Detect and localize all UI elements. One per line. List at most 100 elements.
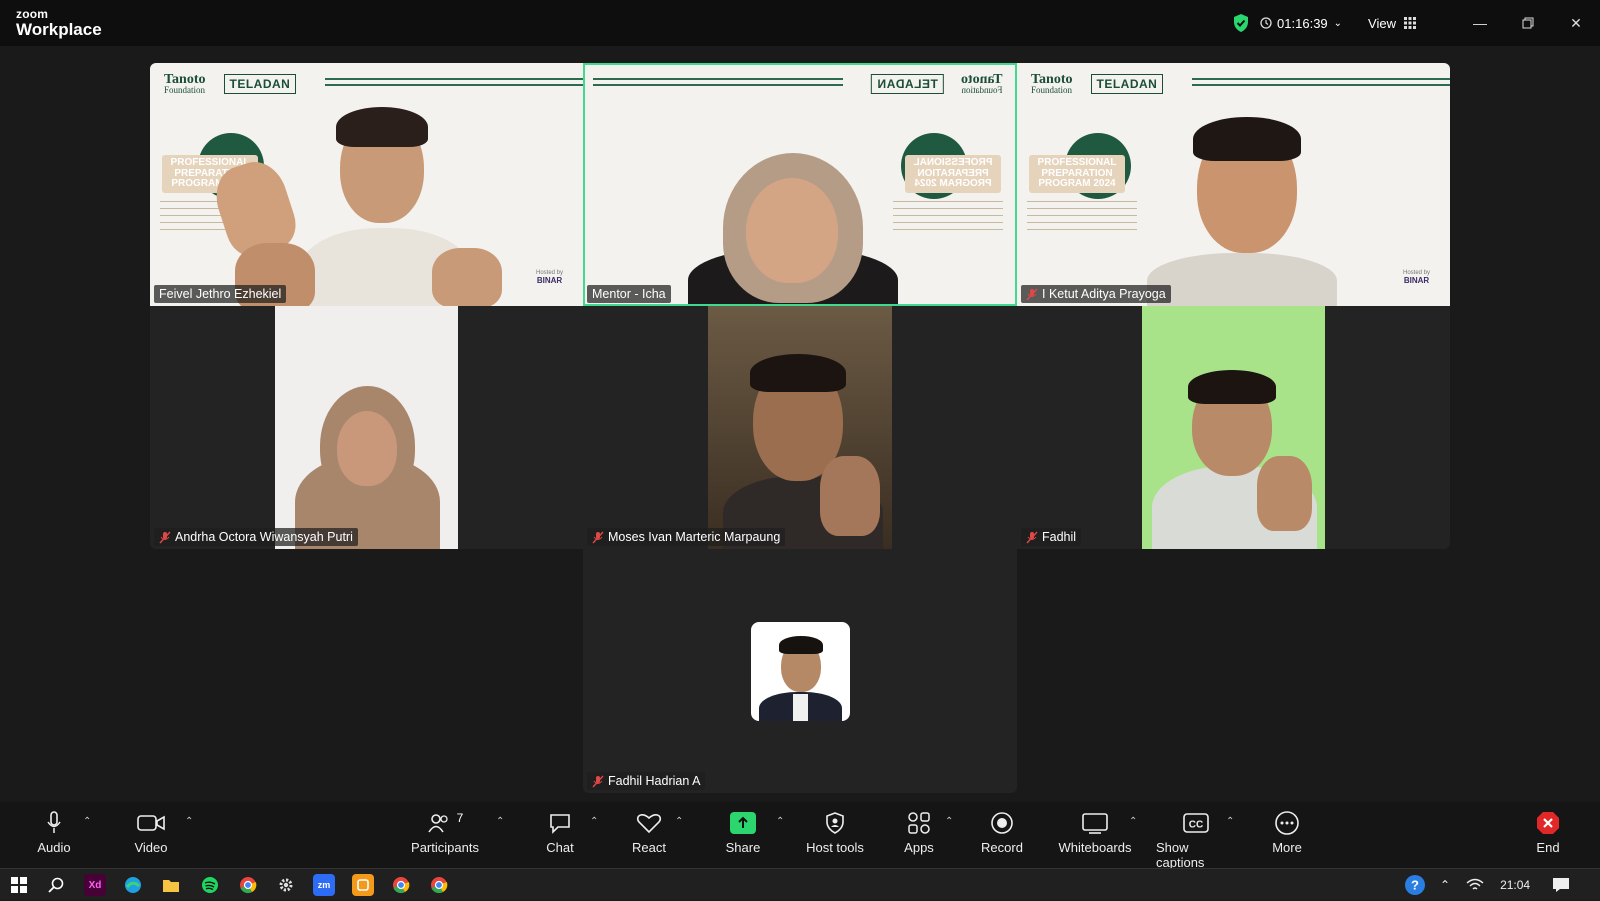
whiteboards-caret-icon[interactable]: ⌃ — [1129, 816, 1137, 827]
chevron-down-icon: ⌄ — [1333, 17, 1343, 29]
participant-video — [583, 63, 1017, 306]
whiteboards-button[interactable]: Whiteboards — [1055, 810, 1135, 855]
participant-name-tag: Fadhil Hadrian A — [587, 772, 706, 790]
video-tile-andrha[interactable]: Andrha Octora Wiwansyah Putri — [150, 306, 583, 549]
svg-text:CC: CC — [1189, 820, 1203, 831]
participant-video — [708, 306, 892, 549]
participant-video — [1017, 63, 1450, 306]
video-tile-moses[interactable]: Moses Ivan Marteric Marpaung — [583, 306, 1017, 549]
more-button[interactable]: More — [1247, 810, 1327, 855]
audio-label: Audio — [37, 840, 71, 855]
participant-video — [1142, 306, 1325, 549]
camera-icon — [137, 815, 165, 831]
participant-name-tag: Andrha Octora Wiwansyah Putri — [154, 528, 358, 546]
folder-icon — [163, 880, 179, 892]
apps-label: Apps — [904, 840, 934, 855]
minimize-icon: — — [1473, 15, 1487, 31]
participants-icon — [427, 814, 448, 833]
spotify-app[interactable] — [199, 874, 221, 896]
host-tools-button[interactable]: Host tools — [795, 810, 875, 855]
system-tray: ? ⌃ 21:04 — [1404, 869, 1570, 901]
logo-zoom-text: zoom — [16, 7, 49, 21]
participants-label: Participants — [411, 840, 479, 855]
view-button[interactable]: View — [1368, 16, 1416, 31]
video-tile-i-ketut[interactable]: Tanoto Foundation TELADAN PROFESSIONAL PRE… — [1017, 63, 1450, 306]
wifi-icon[interactable] — [1466, 878, 1484, 892]
chat-caret-icon[interactable]: ⌃ — [590, 816, 598, 827]
more-label: More — [1272, 840, 1302, 855]
video-tile-mentor-icha[interactable]: TELADAN Tanoto Foundation PROFESSIONAL PRE… — [583, 63, 1017, 306]
zoom-icon: zm — [317, 880, 331, 890]
profile-avatar — [751, 622, 850, 721]
video-button[interactable]: Video — [111, 810, 191, 855]
participant-name-tag: Moses Ivan Marteric Marpaung — [587, 528, 786, 546]
title-bar: zoom Workplace 01:16:39 ⌄ View — ✕ — [0, 0, 1600, 46]
chrome-app-3[interactable] — [428, 874, 450, 896]
settings-app[interactable] — [275, 874, 297, 896]
apps-caret-icon[interactable]: ⌃ — [945, 816, 953, 827]
chrome-icon — [393, 877, 410, 894]
close-icon: ✕ — [1570, 14, 1582, 31]
chat-button[interactable]: Chat — [520, 810, 600, 855]
clock-icon — [1260, 17, 1272, 29]
svg-text:?: ? — [1411, 878, 1419, 893]
chrome-app-1[interactable] — [237, 874, 259, 896]
windows-taskbar: Xd zm ? ⌃ 21:04 — [0, 868, 1600, 900]
chrome-app-2[interactable] — [390, 874, 412, 896]
apps-icon — [908, 812, 930, 834]
muted-mic-icon — [1026, 531, 1038, 543]
video-options-caret-icon[interactable]: ⌃ — [185, 816, 193, 827]
spotify-icon — [202, 877, 218, 893]
notifications-icon[interactable] — [1552, 877, 1570, 893]
encryption-shield-icon[interactable] — [1232, 13, 1250, 33]
audio-button[interactable]: Audio — [14, 810, 94, 855]
participants-button[interactable]: 7 Participants — [405, 810, 485, 855]
search-icon — [48, 877, 64, 893]
zoom-logo: zoom Workplace — [16, 8, 102, 38]
show-captions-button[interactable]: CC Show captions — [1156, 810, 1236, 870]
clock-time[interactable]: 21:04 — [1500, 878, 1530, 892]
video-tile-fadhil-hadrian[interactable]: Fadhil Hadrian A — [583, 549, 1017, 793]
chat-icon — [550, 814, 570, 834]
react-caret-icon[interactable]: ⌃ — [675, 816, 683, 827]
adobe-xd-app[interactable]: Xd — [84, 874, 106, 896]
share-caret-icon[interactable]: ⌃ — [776, 816, 784, 827]
windows-start-button[interactable] — [8, 874, 30, 896]
logo-workplace-text: Workplace — [16, 20, 102, 39]
share-label: Share — [725, 840, 761, 855]
record-button[interactable]: Record — [962, 810, 1042, 855]
view-label: View — [1368, 15, 1396, 31]
record-label: Record — [981, 840, 1023, 855]
participants-caret-icon[interactable]: ⌃ — [496, 816, 504, 827]
muted-mic-icon — [592, 775, 604, 787]
audio-options-caret-icon[interactable]: ⌃ — [83, 816, 91, 827]
video-tile-feivel[interactable]: Tanoto Foundation TELADAN PROFESSIONAL PRE… — [150, 63, 583, 306]
participant-video — [150, 63, 583, 306]
chrome-icon — [431, 877, 448, 894]
share-button[interactable]: Share — [703, 810, 783, 855]
restore-button[interactable] — [1504, 0, 1552, 46]
edge-icon — [125, 877, 141, 893]
captions-caret-icon[interactable]: ⌃ — [1226, 816, 1234, 827]
gear-icon — [279, 878, 293, 892]
close-button[interactable]: ✕ — [1552, 0, 1600, 46]
host-shield-icon — [826, 812, 844, 834]
edge-browser-app[interactable] — [122, 874, 144, 896]
show-hidden-icons-chevron-icon[interactable]: ⌃ — [1440, 878, 1450, 892]
orange-app[interactable] — [352, 874, 374, 896]
zoom-app[interactable]: zm — [313, 874, 335, 896]
video-tile-fadhil[interactable]: Fadhil — [1017, 306, 1450, 549]
minimize-button[interactable]: — — [1456, 0, 1504, 46]
help-icon[interactable]: ? — [1404, 874, 1426, 896]
taskbar-search-button[interactable] — [45, 874, 67, 896]
video-label: Video — [134, 840, 168, 855]
participant-name-tag: I Ketut Aditya Prayoga — [1021, 285, 1171, 303]
end-label: End — [1536, 840, 1560, 855]
file-explorer-app[interactable] — [160, 874, 182, 896]
meeting-toolbar: Audio ⌃ Video ⌃ 7 Participants ⌃ Chat ⌃ … — [0, 802, 1600, 870]
end-button[interactable]: End — [1508, 810, 1588, 855]
participant-name-tag: Mentor - Icha — [587, 285, 671, 303]
heart-icon — [636, 814, 662, 834]
captions-label: Show captions — [1156, 840, 1205, 870]
meeting-timer[interactable]: 01:16:39 ⌄ — [1260, 16, 1342, 31]
